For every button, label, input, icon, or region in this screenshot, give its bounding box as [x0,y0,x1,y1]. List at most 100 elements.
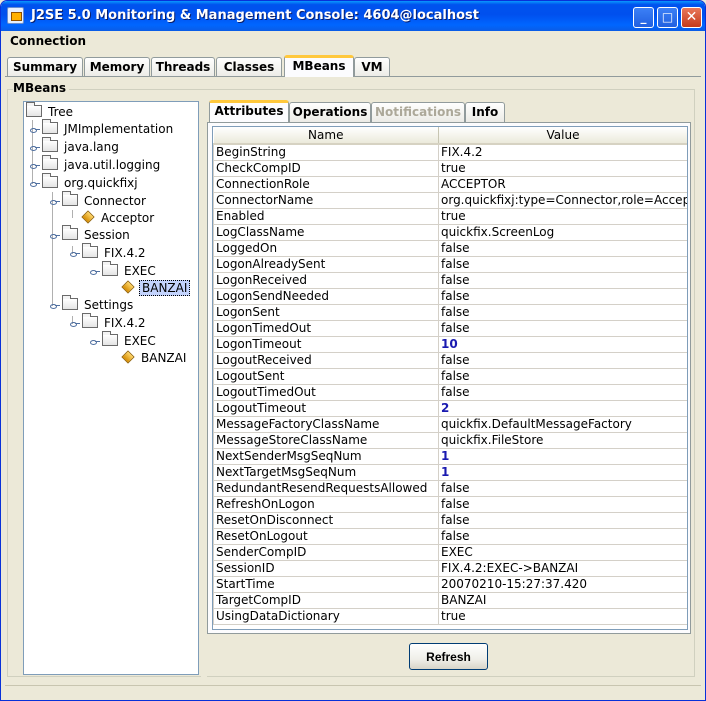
table-row[interactable]: Enabled true [213,207,687,225]
table-row[interactable]: MessageFactoryClassName quickfix.DefaultM… [213,415,687,433]
attribute-value-cell[interactable]: quickfix.FileStore [438,431,687,449]
attribute-value-cell[interactable]: false [438,351,687,369]
attribute-value-cell[interactable]: true [438,159,687,177]
attribute-value-cell[interactable]: EXEC [438,543,687,561]
attribute-value-cell[interactable]: false [438,239,687,257]
tree-node-java-lang[interactable]: java.lang [42,137,121,156]
maximize-button[interactable]: □ [657,7,678,28]
table-row[interactable]: LogoutReceived false [213,351,687,369]
table-row[interactable]: LogonReceived false [213,271,687,289]
tree-node-connector[interactable]: Connector [62,191,148,210]
column-header-name[interactable]: Name [213,127,439,145]
tree-collapse-handle-icon[interactable] [50,301,60,310]
tab-vm[interactable]: VM [354,57,390,77]
table-row[interactable]: ConnectorName org.quickfixj:type=Connecto… [213,191,687,209]
tree-expand-handle-icon[interactable] [30,161,40,170]
table-row[interactable]: RefreshOnLogon false [213,495,687,513]
tree-collapse-handle-icon[interactable] [70,319,80,328]
table-row[interactable]: LoggedOn false [213,239,687,257]
attribute-value-cell[interactable]: false [438,319,687,337]
table-row[interactable]: LogonTimeout 10 [213,335,687,353]
attribute-value-cell[interactable]: 20070210-15:27:37.420 [438,575,687,593]
tree-expand-handle-icon[interactable] [30,143,40,152]
table-row[interactable]: ConnectionRole ACCEPTOR [213,175,687,193]
attribute-value-cell[interactable]: 2 [438,399,687,417]
table-row[interactable]: UsingDataDictionary true [213,607,687,625]
attribute-value-cell[interactable]: 1 [438,463,687,481]
table-row[interactable]: NextSenderMsgSeqNum 1 [213,447,687,465]
attribute-value-cell[interactable]: BANZAI [438,591,687,609]
attribute-value-cell[interactable]: ACCEPTOR [438,175,687,193]
table-row[interactable]: StartTime 20070210-15:27:37.420 [213,575,687,593]
table-row[interactable]: LogonTimedOut false [213,319,687,337]
table-row[interactable]: LogonSent false [213,303,687,321]
attribute-value-cell[interactable]: false [438,383,687,401]
refresh-button[interactable]: Refresh [409,643,488,670]
attribute-value-cell[interactable]: quickfix.DefaultMessageFactory [438,415,687,433]
tree-node-session-exec[interactable]: EXEC [102,261,158,280]
tree-node-session-banzai[interactable]: BANZAI [121,279,191,297]
tree-node-settings[interactable]: Settings [62,295,135,314]
attribute-value-cell[interactable]: false [438,287,687,305]
attribute-value-cell[interactable]: false [438,527,687,545]
tree-node-settings-fix42[interactable]: FIX.4.2 [82,313,148,332]
attribute-value-cell[interactable]: false [438,271,687,289]
attribute-value-cell[interactable]: FIX.4.2:EXEC->BANZAI [438,559,687,577]
tab-attributes[interactable]: Attributes [209,100,289,122]
table-row[interactable]: CheckCompID true [213,159,687,177]
table-row[interactable]: TargetCompID BANZAI [213,591,687,609]
attribute-value-cell[interactable]: quickfix.ScreenLog [438,223,687,241]
mbean-tree[interactable]: Tree JMImplementation java.lang java.uti… [23,101,199,675]
attribute-value-cell[interactable]: 10 [438,335,687,353]
table-row[interactable]: SenderCompID EXEC [213,543,687,561]
tab-operations[interactable]: Operations [289,102,371,122]
table-row[interactable]: LogClassName quickfix.ScreenLog [213,223,687,241]
close-button[interactable]: ✕ [681,7,702,28]
minimize-button[interactable]: _ [633,7,654,28]
table-row[interactable]: SessionID FIX.4.2:EXEC->BANZAI [213,559,687,577]
table-row[interactable]: LogonAlreadySent false [213,255,687,273]
tab-summary[interactable]: Summary [7,57,83,77]
tree-node-settings-exec[interactable]: EXEC [102,331,158,350]
tree-node-jmimplementation[interactable]: JMImplementation [42,119,175,138]
tab-info[interactable]: Info [465,102,505,122]
attribute-value-cell[interactable]: false [438,303,687,321]
tree-node-java-util-logging[interactable]: java.util.logging [42,155,162,174]
tree-collapse-handle-icon[interactable] [50,231,60,240]
tree-collapse-handle-icon[interactable] [70,249,80,258]
attribute-value-cell[interactable]: false [438,511,687,529]
column-header-value[interactable]: Value [438,127,687,145]
table-row[interactable]: RedundantResendRequestsAllowed false [213,479,687,497]
table-row[interactable]: LogoutTimeout 2 [213,399,687,417]
tree-node-acceptor[interactable]: Acceptor [81,209,156,227]
attribute-value-cell[interactable]: FIX.4.2 [438,143,687,161]
table-row[interactable]: LogoutSent false [213,367,687,385]
tree-expand-handle-icon[interactable] [30,125,40,134]
table-row[interactable]: LogoutTimedOut false [213,383,687,401]
attribute-value-cell[interactable]: true [438,607,687,625]
tree-node-session-fix42[interactable]: FIX.4.2 [82,243,148,262]
attribute-value-cell[interactable]: false [438,255,687,273]
tab-memory[interactable]: Memory [84,57,150,77]
title-bar[interactable]: J2SE 5.0 Monitoring & Management Console… [1,1,705,31]
tree-collapse-handle-icon[interactable] [90,337,100,346]
attribute-value-cell[interactable]: 1 [438,447,687,465]
attribute-value-cell[interactable]: true [438,207,687,225]
tab-threads[interactable]: Threads [151,57,215,77]
attribute-value-cell[interactable]: false [438,495,687,513]
table-row[interactable]: LogonSendNeeded false [213,287,687,305]
table-row[interactable]: MessageStoreClassName quickfix.FileStore [213,431,687,449]
table-row[interactable]: ResetOnDisconnect false [213,511,687,529]
menu-connection[interactable]: Connection [10,34,86,48]
tree-node-settings-banzai[interactable]: BANZAI [121,349,188,367]
table-row[interactable]: BeginString FIX.4.2 [213,143,687,161]
table-row[interactable]: NextTargetMsgSeqNum 1 [213,463,687,481]
tree-collapse-handle-icon[interactable] [30,179,40,188]
tree-node-session[interactable]: Session [62,225,132,244]
attribute-value-cell[interactable]: false [438,479,687,497]
tree-collapse-handle-icon[interactable] [90,267,100,276]
attribute-value-cell[interactable]: org.quickfixj:type=Connector,role=Accept… [438,191,687,209]
tree-collapse-handle-icon[interactable] [50,197,60,206]
table-row[interactable]: ResetOnLogout false [213,527,687,545]
tree-node-org-quickfixj[interactable]: org.quickfixj [42,173,140,192]
